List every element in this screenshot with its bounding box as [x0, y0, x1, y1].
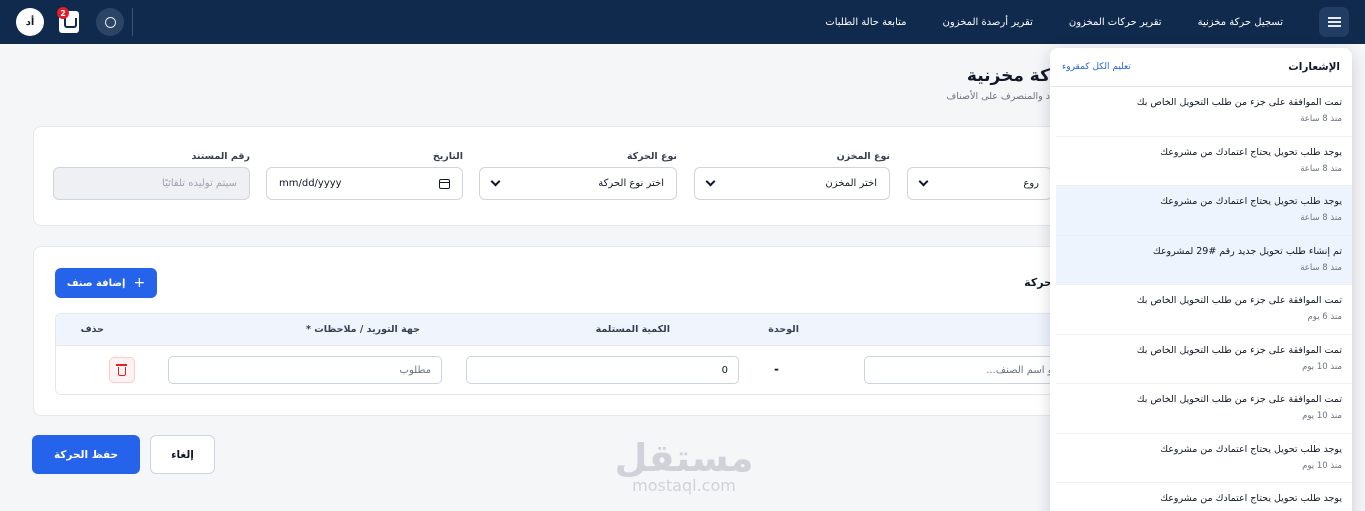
notification-item[interactable]: تمت الموافقة على جزء من طلب التحويل الخا… [1056, 335, 1352, 384]
page-subtitle: د والمنصرف على الأصناف [946, 91, 1050, 102]
nav-order-tracking[interactable]: متابعة حالة الطلبات [825, 17, 906, 28]
watermark-logo: مستقل mostaql.com [614, 438, 754, 494]
first-select[interactable]: روع [907, 167, 1052, 200]
chat-button[interactable] [96, 8, 124, 36]
notification-item[interactable]: تمت الموافقة على جزء من طلب التحويل الخا… [1056, 285, 1352, 335]
movement-type-value: اختر نوع الحركة [598, 178, 664, 189]
notifications-panel: الإشعارات تعليم الكل كمقروء تمت الموافقة… [1050, 48, 1352, 511]
items-table: الوحدة الكمية المستلمة جهة التوريد / ملا… [55, 313, 1135, 395]
add-item-label: إضافة صنف [66, 277, 126, 289]
table-row: د أو اسم الصنف... - 0 مطلوب [56, 346, 1134, 394]
notification-text: يوجد طلب تحويل يحتاج اعتمادك من مشروعك [1160, 493, 1342, 504]
top-navbar: تسجيل حركة مخزنية تقرير حركات المخزون تق… [0, 0, 1365, 44]
notification-text: يوجد طلب تحويل يحتاج اعتمادك من مشروعك [1160, 146, 1342, 158]
chevron-down-icon [490, 176, 501, 187]
notification-text: تمت الموافقة على جزء من طلب التحويل الخا… [1136, 97, 1342, 108]
save-movement-button[interactable]: حفظ الحركة [32, 435, 140, 474]
notification-time: منذ 8 ساعة [1300, 163, 1342, 174]
chevron-down-icon [705, 176, 716, 187]
col-unit: الوحدة [768, 324, 799, 335]
notification-item[interactable]: يوجد طلب تحويل يحتاج اعتمادك من مشروعك [1056, 483, 1352, 511]
notification-text: يوجد طلب تحويل يحتاج اعتمادك من مشروعك [1160, 196, 1342, 207]
notification-time: منذ 10 يوم [1302, 411, 1342, 421]
notifications-header: الإشعارات تعليم الكل كمقروء [1050, 48, 1352, 87]
items-section-title: حركة [1024, 276, 1052, 289]
chat-icon [104, 16, 116, 28]
notification-time: منذ 10 يوم [1302, 361, 1342, 372]
notification-text: تم إنشاء طلب تحويل جديد رقم #29 لمشروعك [1152, 245, 1342, 257]
col-delete: حذف [80, 324, 104, 335]
warehouse-type-label: نوع المخزن [836, 151, 890, 162]
movement-type-label: نوع الحركة [626, 151, 677, 162]
delete-row-button[interactable] [109, 357, 135, 383]
movement-type-select[interactable]: اختر نوع الحركة [479, 167, 677, 200]
notes-input[interactable]: مطلوب [168, 356, 442, 384]
menu-button[interactable] [1319, 7, 1349, 37]
notification-text: تمت الموافقة على جزء من طلب التحويل الخا… [1136, 344, 1342, 356]
add-item-button[interactable]: + إضافة صنف [55, 268, 157, 298]
chevron-down-icon [918, 176, 929, 187]
notes-placeholder: مطلوب [399, 364, 431, 376]
date-placeholder: mm/dd/yyyy [279, 178, 342, 189]
notification-text: تمت الموافقة على جزء من طلب التحويل الخا… [1136, 394, 1342, 405]
notification-item[interactable]: يوجد طلب تحويل يحتاج اعتمادك من مشروعك من… [1056, 434, 1352, 483]
notifications-list: تمت الموافقة على جزء من طلب التحويل الخا… [1056, 87, 1352, 511]
quantity-input[interactable]: 0 [466, 356, 739, 384]
doc-number-placeholder: سيتم توليده تلقائيًا [162, 178, 237, 189]
hamburger-icon [1327, 21, 1341, 23]
notification-time: منذ 8 ساعة [1300, 114, 1342, 124]
cancel-button[interactable]: إلغاء [150, 435, 215, 474]
notification-item[interactable]: تم إنشاء طلب تحويل جديد رقم #29 لمشروعك م… [1056, 235, 1352, 285]
user-avatar[interactable]: أد [16, 8, 44, 36]
nav-movements-report[interactable]: تقرير حركات المخزون [1069, 17, 1162, 28]
items-card: حركة + إضافة صنف الوحدة الكمية المستلمة … [33, 246, 1153, 416]
nav-balances-report[interactable]: تقرير أرصدة المخزون [943, 17, 1033, 28]
movement-header-card: روع نوع المخزن اختر المخزن نوع الحركة اخ… [33, 126, 1153, 226]
warehouse-type-select[interactable]: اختر المخزن [694, 167, 890, 200]
notification-item[interactable]: يوجد طلب تحويل يحتاج اعتمادك من مشروعك من… [1056, 137, 1352, 186]
doc-number-label: رقم المستند [191, 151, 250, 162]
watermark-latin: mostaql.com [632, 476, 736, 495]
date-input[interactable]: mm/dd/yyyy [266, 167, 463, 200]
col-received-qty: الكمية المستلمة [595, 324, 670, 335]
warehouse-type-value: اختر المخزن [825, 178, 877, 189]
notification-text: تمت الموافقة على جزء من طلب التحويل الخا… [1136, 295, 1342, 306]
date-label: التاريخ [432, 151, 463, 162]
notifications-title: الإشعارات [1288, 61, 1340, 73]
notification-text: يوجد طلب تحويل يحتاج اعتمادك من مشروعك [1160, 443, 1342, 455]
notification-time: منذ 10 يوم [1302, 460, 1342, 471]
notification-time: منذ 8 ساعة [1300, 262, 1342, 273]
first-select-value: روع [1023, 178, 1039, 189]
item-search-input[interactable]: د أو اسم الصنف... [864, 356, 1074, 384]
plus-icon: + [133, 275, 146, 291]
calendar-icon[interactable] [439, 178, 450, 189]
trash-icon [116, 364, 127, 376]
notification-item[interactable]: تمت الموافقة على جزء من طلب التحويل الخا… [1056, 384, 1352, 434]
notification-item[interactable]: يوجد طلب تحويل يحتاج اعتمادك من مشروعك من… [1056, 186, 1352, 236]
col-supplier-notes: جهة التوريد / ملاحظات * [305, 324, 420, 335]
notification-count-badge: 2 [57, 7, 69, 19]
table-header: الوحدة الكمية المستلمة جهة التوريد / ملا… [56, 314, 1134, 346]
topbar-divider [132, 8, 133, 36]
watermark-arabic: مستقل [614, 436, 754, 480]
unit-value: - [774, 362, 779, 376]
notification-time: منذ 8 ساعة [1300, 213, 1342, 223]
notification-time: منذ 6 يوم [1307, 312, 1342, 322]
doc-number-field: سيتم توليده تلقائيًا [53, 167, 250, 200]
main-nav: تسجيل حركة مخزنية تقرير حركات المخزون تق… [825, 0, 1283, 44]
quantity-value: 0 [721, 364, 728, 376]
mark-all-read-link[interactable]: تعليم الكل كمقروء [1062, 62, 1131, 72]
notification-item[interactable]: تمت الموافقة على جزء من طلب التحويل الخا… [1056, 87, 1352, 137]
page-title: كة مخزنية [966, 66, 1050, 86]
nav-record-movement[interactable]: تسجيل حركة مخزنية [1198, 17, 1283, 28]
